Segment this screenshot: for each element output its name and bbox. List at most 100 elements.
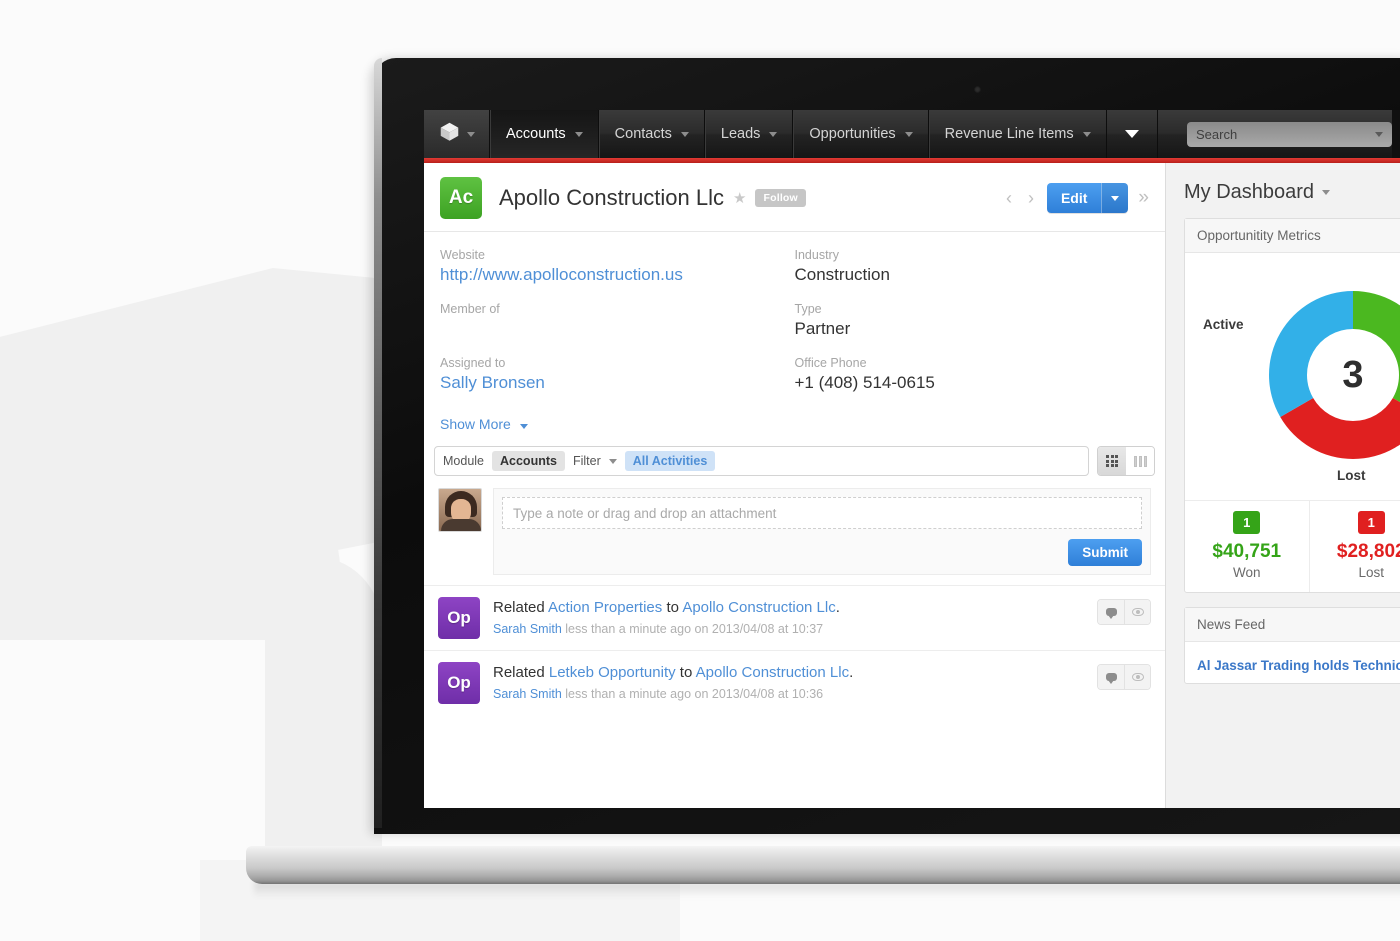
preview-button[interactable] [1124,665,1150,689]
field-label: Assigned to [440,356,506,370]
laptop-bezel-highlight [374,58,382,828]
metric-label: Won [1232,565,1261,580]
feed-actions [1097,664,1151,690]
comment-icon [1105,673,1117,684]
panel-body: 3 Active Lost [1185,253,1400,500]
field-value: Partner [794,319,851,338]
feed-text: Related Action Properties to Apollo Cons… [493,598,1097,618]
field-member-of: Member of [440,302,795,340]
feed-module-badge: Op [438,597,480,639]
search-input[interactable]: Search [1187,121,1392,147]
page-title: Apollo Construction Llc [499,185,725,210]
feed-link-account[interactable]: Apollo Construction Llc [696,664,849,681]
expand-panel-button[interactable]: » [1138,187,1149,209]
composer-footer: Submit [502,529,1142,566]
chevron-down-icon[interactable] [1375,131,1383,137]
nav-tab-revenue-line-items[interactable]: Revenue Line Items [928,110,1107,158]
donut-chart: 3 Active Lost [1197,263,1400,488]
panel-header: News Feed [1185,608,1400,642]
eye-icon [1131,608,1144,616]
filter-selector[interactable]: All Activities [624,451,716,471]
laptop-base-shadow [254,882,1400,898]
feed-mid: to [666,599,679,616]
next-record-button[interactable]: › [1025,188,1037,209]
feed-author-link[interactable]: Sarah Smith [493,622,562,636]
feed-body: Related Action Properties to Apollo Cons… [493,597,1097,636]
feed-link-account[interactable]: Apollo Construction Llc [682,599,835,616]
fields-left-column: Website http://www.apolloconstruction.us… [440,248,795,410]
nav-tab-contacts[interactable]: Contacts [598,110,705,158]
nav-more-button[interactable] [1107,110,1158,158]
submit-button[interactable]: Submit [1068,539,1142,566]
application-screen: Accounts Contacts Leads Opportunities Re… [424,110,1400,808]
nav-tab-label: Accounts [506,126,566,142]
donut-center-value: 3 [1313,335,1393,415]
feed-prefix: Related [493,599,545,616]
chevron-down-icon [1111,195,1120,201]
field-industry: Industry Construction [795,248,1150,286]
comment-button[interactable] [1098,665,1124,689]
nav-tab-leads[interactable]: Leads [704,110,794,158]
view-toggle-group [1097,446,1155,476]
field-label: Type [794,302,822,316]
news-feed-panel: News Feed Al Jassar Trading holds Techni… [1184,607,1400,684]
cube-icon [439,121,460,147]
laptop-mockup: Accounts Contacts Leads Opportunities Re… [246,58,1400,898]
feed-prefix: Related [493,664,545,681]
field-label: Website [440,248,485,262]
field-label: Member of [440,302,500,316]
chevron-down-icon [769,131,778,137]
module-selector[interactable]: Accounts [492,451,565,471]
show-more-button[interactable]: Show More [424,414,1165,446]
star-icon[interactable]: ★ [733,189,746,207]
feed-timestamp: less than a minute ago on 2013/04/08 at … [565,622,824,637]
chevron-down-icon [1082,131,1091,137]
field-value: Construction [794,265,890,284]
record-module-badge: Ac [440,177,482,219]
chevron-down-icon[interactable] [608,458,617,464]
metrics-row: 1 $40,751 Won 1 $28,802 Lost [1185,500,1400,592]
filter-strip: Module Accounts Filter All Activities [434,446,1089,476]
follow-button[interactable]: Follow [755,189,806,207]
fields-right-column: Industry Construction Type Partner Offic… [795,248,1150,410]
feed-author-link[interactable]: Sarah Smith [493,687,562,701]
field-type: Type Partner [795,302,1150,340]
search-container: Search [1187,110,1392,158]
nav-tab-label: Opportunities [809,126,896,142]
nav-tab-accounts[interactable]: Accounts [490,110,599,158]
prev-record-button[interactable]: ‹ [1003,188,1015,209]
feed-meta: Sarah Smith less than a minute ago on 20… [493,687,1097,701]
list-view-button[interactable] [1098,447,1126,475]
record-main-column: Ac Apollo Construction Llc ★ Follow ‹ › … [424,163,1166,808]
feed-link-record[interactable]: Action Properties [548,599,662,616]
note-input[interactable]: Type a note or drag and drop an attachme… [502,497,1142,529]
list-item[interactable]: Op Related Action Properties to Apollo C… [424,585,1165,650]
edit-dropdown-button[interactable] [1101,183,1129,213]
field-value-link[interactable]: http://www.apolloconstruction.us [440,265,795,285]
chevron-down-icon [1322,190,1331,195]
field-value-link[interactable]: Sally Bronsen [440,373,795,393]
news-feed-item[interactable]: Al Jassar Trading holds Technical [1185,642,1400,683]
feed-link-record[interactable]: Letkeb Opportunity [549,664,676,681]
nav-tab-opportunities[interactable]: Opportunities [793,110,929,158]
dashboard-title[interactable]: My Dashboard [1184,181,1400,204]
preview-button[interactable] [1124,600,1150,624]
column-view-button[interactable] [1126,447,1154,475]
laptop-lid: Accounts Contacts Leads Opportunities Re… [374,58,1400,834]
feed-suffix: . [849,664,854,681]
donut-label-lost: Lost [1337,468,1366,483]
feed-suffix: . [835,599,840,616]
home-cube-button[interactable] [424,110,490,158]
metric-amount: $28,802 [1336,541,1400,562]
search-button[interactable] [1392,110,1400,158]
activity-filter-bar: Module Accounts Filter All Activities [434,446,1155,476]
comment-button[interactable] [1098,600,1124,624]
metric-count-badge: 1 [1357,511,1385,534]
list-item[interactable]: Op Related Letkeb Opportunity to Apollo … [424,650,1165,715]
record-actions: ‹ › Edit » [1003,183,1149,213]
nav-tab-label: Leads [720,126,761,142]
module-label: Module [443,454,484,468]
edit-button[interactable]: Edit [1046,183,1129,213]
feed-body: Related Letkeb Opportunity to Apollo Con… [493,662,1097,701]
